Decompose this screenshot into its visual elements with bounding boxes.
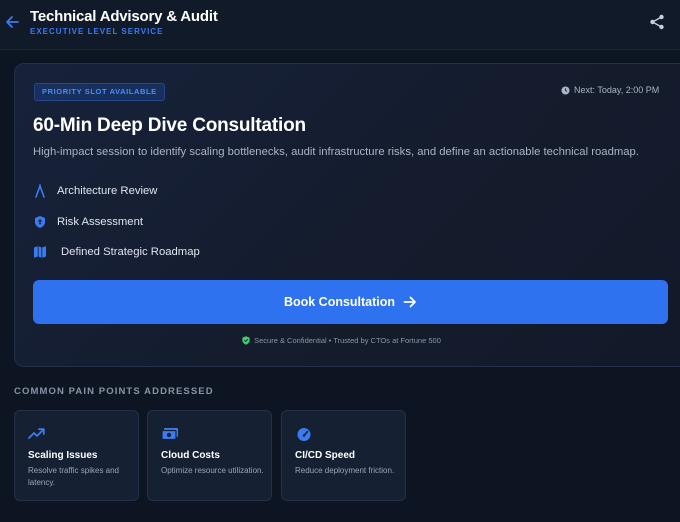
feature-label: Defined Strategic Roadmap — [61, 246, 200, 258]
pain-point-description: Resolve traffic spikes and latency. — [28, 466, 120, 487]
pain-point-description: Optimize resource utilization. — [161, 466, 264, 475]
consultation-card: PRIORITY SLOT AVAILABLE Next: Today, 2:0… — [14, 63, 680, 367]
arrow-left-icon[interactable] — [4, 14, 20, 30]
feature-label: Architecture Review — [57, 185, 158, 197]
pain-point-description: Reduce deployment friction. — [295, 466, 395, 475]
book-consultation-button[interactable]: Book Consultation — [33, 280, 668, 324]
shield-icon — [35, 216, 45, 228]
map-icon — [34, 246, 46, 258]
book-consultation-label: Book Consultation — [283, 295, 396, 309]
feature-architecture-review: Architecture Review — [33, 183, 157, 199]
share-icon[interactable] — [649, 14, 665, 30]
card-title: 60-Min Deep Dive Consultation — [33, 115, 306, 136]
pain-point-card-scaling[interactable]: Scaling Issues Resolve traffic spikes an… — [14, 410, 139, 501]
priority-badge: PRIORITY SLOT AVAILABLE — [34, 83, 165, 101]
page-subtitle: EXECUTIVE LEVEL SERVICE — [30, 27, 164, 36]
next-slot: Next: Today, 2:00 PM — [561, 83, 659, 97]
pain-point-title: Cloud Costs — [161, 450, 220, 461]
pain-point-card-cloud-costs[interactable]: Cloud Costs Optimize resource utilizatio… — [147, 410, 272, 501]
feature-strategic-roadmap: Defined Strategic Roadmap — [33, 244, 200, 260]
trust-text: Secure & Confidential • Trusted by CTOs … — [254, 336, 441, 345]
speedometer-icon — [297, 428, 311, 441]
arrow-right-icon — [403, 296, 416, 308]
pain-point-title: Scaling Issues — [28, 450, 98, 461]
trending-up-icon — [28, 428, 45, 439]
money-icon — [161, 428, 178, 441]
pain-point-title: CI/CD Speed — [295, 450, 356, 461]
pain-points-heading: COMMON PAIN POINTS ADDRESSED — [14, 386, 214, 397]
trust-note: Secure & Confidential • Trusted by CTOs … — [15, 336, 668, 345]
clock-icon — [561, 85, 570, 95]
page-title: Technical Advisory & Audit — [30, 8, 218, 25]
feature-label: Risk Assessment — [57, 216, 144, 228]
architecture-icon — [35, 184, 45, 198]
card-description: High-impact session to identify scaling … — [33, 146, 639, 158]
feature-risk-assessment: Risk Assessment — [33, 214, 143, 230]
next-slot-text: Next: Today, 2:00 PM — [574, 85, 660, 95]
app-header: Technical Advisory & Audit EXECUTIVE LEV… — [0, 0, 680, 50]
pain-point-card-cicd-speed[interactable]: CI/CD Speed Reduce deployment friction. — [281, 410, 406, 501]
shield-check-icon — [242, 336, 250, 345]
